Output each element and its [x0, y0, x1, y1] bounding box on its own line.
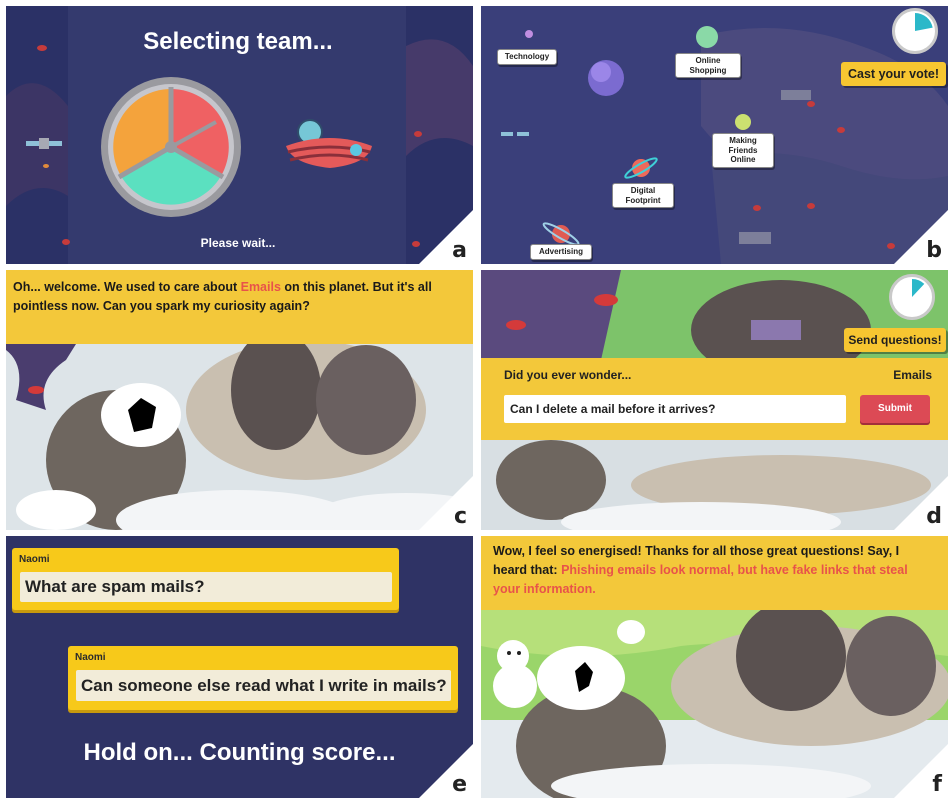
countdown-timer: [892, 8, 938, 54]
panel-f-npc-reward: Wow, I feel so energised! Thanks for all…: [481, 536, 948, 798]
panel-corner-label: f: [894, 744, 948, 798]
npc-dialog-text: Wow, I feel so energised! Thanks for all…: [493, 542, 933, 598]
topic-advertising[interactable]: Advertising: [530, 244, 592, 260]
panel-b-topic-vote: Technology Online Shopping Making Friend…: [481, 6, 948, 264]
submit-button[interactable]: Submit: [860, 395, 930, 423]
topic-technology[interactable]: Technology: [497, 49, 557, 65]
topic-label: Emails: [893, 368, 932, 382]
dialog-bar: Wow, I feel so energised! Thanks for all…: [481, 536, 948, 610]
prompt-label: Did you ever wonder...: [504, 368, 632, 382]
panel-e-question-review: Naomi What are spam mails? Naomi Can som…: [6, 536, 473, 798]
panel-corner-label: b: [894, 210, 948, 264]
send-questions-badge: Send questions!: [844, 328, 946, 352]
panel-corner-label: a: [419, 210, 473, 264]
countdown-timer: [889, 274, 935, 320]
wait-message: Please wait...: [200, 236, 276, 250]
panel-d-question-input: Send questions! Did you ever wonder... E…: [481, 270, 948, 530]
author-name: Naomi: [19, 554, 50, 565]
spaceship-icon: [286, 119, 372, 168]
question-form: Did you ever wonder... Emails Can I dele…: [481, 358, 948, 440]
panel-corner-label: d: [894, 476, 948, 530]
question-input[interactable]: Can I delete a mail before it arrives?: [504, 395, 846, 423]
dialog-bar: Oh... welcome. We used to care about Ema…: [6, 270, 473, 344]
npc-dialog-text: Oh... welcome. We used to care about Ema…: [13, 278, 453, 316]
author-name: Naomi: [75, 652, 106, 663]
score-status: Hold on... Counting score...: [83, 739, 396, 766]
question-card: Naomi What are spam mails?: [12, 548, 399, 610]
panel-corner-label: e: [419, 744, 473, 798]
panel-corner-label: c: [419, 476, 473, 530]
question-text: Can someone else read what I write in ma…: [76, 670, 451, 701]
cast-vote-badge: Cast your vote!: [841, 62, 946, 86]
panel-a-team-selection: Selecting team... Please wait... a: [6, 6, 473, 264]
topic-online-shopping[interactable]: Online Shopping: [675, 53, 741, 79]
question-text: What are spam mails?: [20, 572, 392, 602]
question-card: Naomi Can someone else read what I write…: [68, 646, 458, 710]
topic-digital-footprint[interactable]: Digital Footprint: [612, 183, 674, 209]
page-title: Selecting team...: [143, 28, 333, 55]
topic-making-friends-online[interactable]: Making Friends Online: [712, 133, 774, 168]
team-spinner-wheel: [101, 77, 241, 217]
panel-c-npc-dialog: Oh... welcome. We used to care about Ema…: [6, 270, 473, 530]
dialog-text-part: Oh... welcome. We used to care about: [13, 280, 241, 294]
topic-highlight: Emails: [240, 280, 281, 294]
